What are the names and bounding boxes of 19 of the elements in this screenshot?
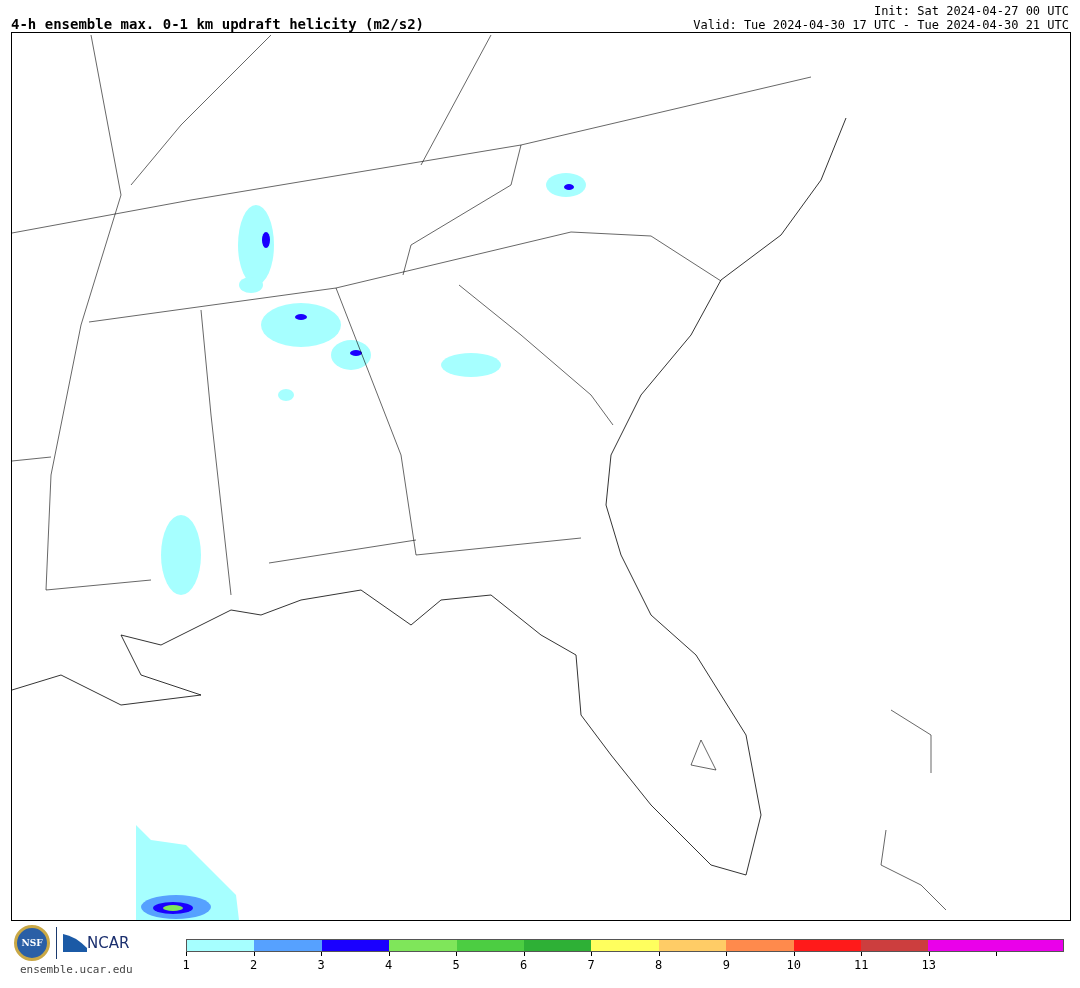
nsf-logo: NSF: [14, 925, 50, 961]
tick-label: 10: [786, 958, 801, 972]
tick-label: 8: [655, 958, 663, 972]
tick-label: 2: [249, 958, 258, 972]
init-time: Init: Sat 2024-04-27 00 UTC: [873, 4, 1069, 18]
tick-label: 3: [317, 958, 325, 972]
valid-time: Valid: Tue 2024-04-30 17 UTC - Tue 2024-04-30 21 UTC: [693, 18, 1069, 32]
tick-label: 7: [587, 958, 595, 972]
tick-label: 6: [520, 958, 528, 972]
tick-label: 13: [921, 958, 937, 972]
tick-label: 4: [385, 958, 393, 972]
flag-icon: [63, 934, 87, 952]
tick-label: 11: [854, 958, 869, 972]
chart-title: 4-h ensemble max. 0-1 km updraft helicity (m2/s2): [11, 16, 424, 32]
website-text: ensemble.ucar.edu: [20, 963, 133, 976]
tick-label: 1: [182, 958, 190, 972]
ncar-logo-text: NCAR: [87, 934, 130, 952]
tick-label: 5: [452, 958, 460, 972]
tick-label: 9: [722, 958, 730, 972]
